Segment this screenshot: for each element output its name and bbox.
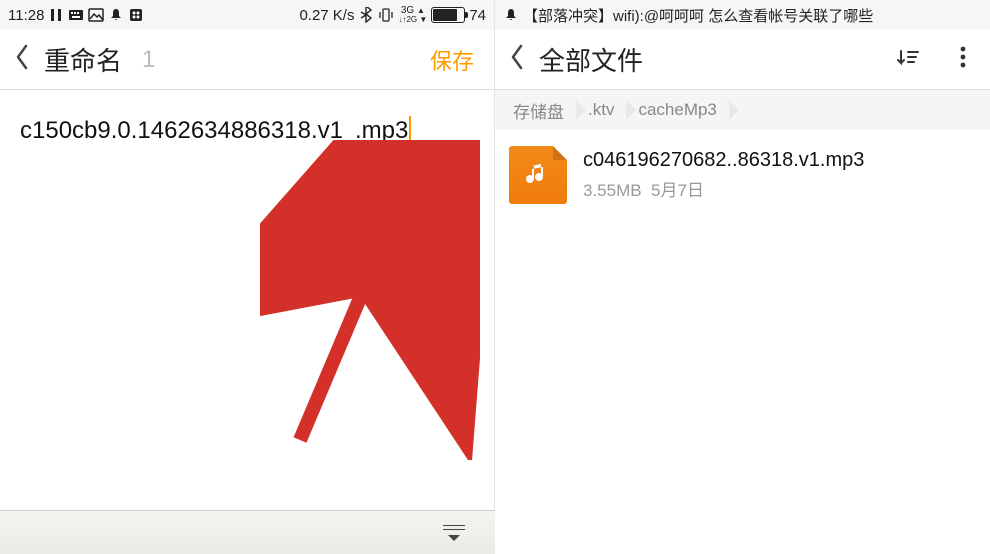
pause-icon xyxy=(48,7,64,23)
battery-icon xyxy=(431,7,465,23)
file-name: c046196270682..86318.v1.mp3 xyxy=(583,149,864,172)
save-button[interactable]: 保存 xyxy=(424,40,480,80)
app-icon xyxy=(128,7,144,23)
back-button[interactable] xyxy=(14,43,30,76)
keyboard-toggle-icon[interactable] xyxy=(439,525,469,541)
rename-header: 重命名 1 保存 xyxy=(0,30,494,90)
more-button[interactable] xyxy=(950,44,976,75)
text-cursor xyxy=(409,116,411,142)
statusbar-left: 11:28 0.27 K/s 3G ▲ ↓↑2G ▼ xyxy=(0,0,494,30)
bell-icon xyxy=(503,7,519,23)
rename-pane: 11:28 0.27 K/s 3G ▲ ↓↑2G ▼ xyxy=(0,0,495,554)
rename-field-area: c150cb9.0.1462634886318.v1 .mp3 xyxy=(0,90,494,171)
breadcrumb-item[interactable]: cacheMp3 xyxy=(628,90,730,130)
status-battery-pct: 74 xyxy=(469,7,486,24)
file-info: c046196270682..86318.v1.mp3 3.55MB 5月7日 xyxy=(583,149,864,201)
keyboard-bar xyxy=(0,510,495,554)
header-title: 重命名 xyxy=(44,41,122,78)
breadcrumb: 存储盘 .ktv cacheMp3 xyxy=(495,90,990,130)
file-meta: 3.55MB 5月7日 xyxy=(583,176,864,201)
status-notification-text: 【部落冲突】wifi):@呵呵呵 怎么查看帐号关联了哪些 xyxy=(523,5,873,26)
file-browser-pane: 【部落冲突】wifi):@呵呵呵 怎么查看帐号关联了哪些 全部文件 存储盘 .k… xyxy=(495,0,990,554)
statusbar-right: 【部落冲突】wifi):@呵呵呵 怎么查看帐号关联了哪些 xyxy=(495,0,990,30)
bluetooth-icon xyxy=(358,7,374,23)
pointer-arrow xyxy=(260,140,480,460)
signal-3g-icon: 3G ▲ ↓↑2G ▼ xyxy=(398,6,427,24)
breadcrumb-item[interactable]: .ktv xyxy=(578,90,628,130)
keyboard-indicator-icon xyxy=(68,7,84,23)
status-speed: 0.27 K/s xyxy=(299,7,354,24)
header-count: 1 xyxy=(142,46,155,74)
bell-icon xyxy=(108,7,124,23)
header-title: 全部文件 xyxy=(539,41,643,78)
vibrate-icon xyxy=(378,7,394,23)
file-row[interactable]: c046196270682..86318.v1.mp3 3.55MB 5月7日 xyxy=(495,130,990,220)
back-button[interactable] xyxy=(509,43,525,76)
rename-input[interactable]: c150cb9.0.1462634886318.v1 xyxy=(20,117,343,145)
sort-button[interactable] xyxy=(896,44,922,75)
breadcrumb-item[interactable]: 存储盘 xyxy=(503,90,578,130)
picture-icon xyxy=(88,7,104,23)
files-header: 全部文件 xyxy=(495,30,990,90)
status-time: 11:28 xyxy=(8,7,44,24)
rename-extension[interactable]: .mp3 xyxy=(355,116,411,145)
music-file-icon xyxy=(509,146,567,204)
